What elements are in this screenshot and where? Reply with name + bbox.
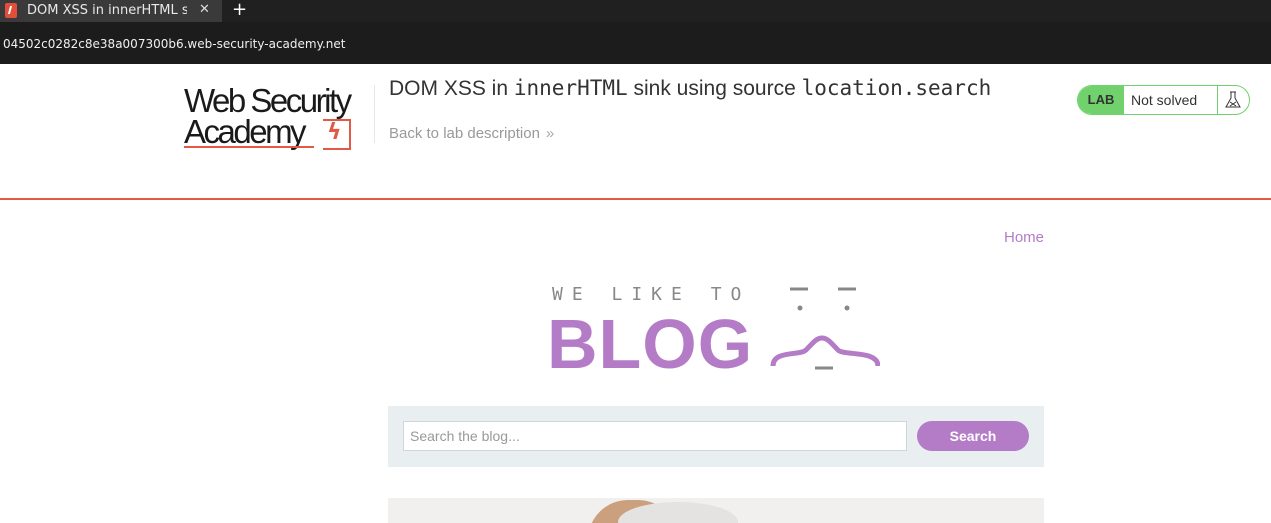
favicon-icon	[5, 3, 17, 18]
blog-post-image[interactable]	[388, 498, 1044, 523]
nav-home-link[interactable]: Home	[1004, 229, 1044, 246]
lab-status-text: Not solved	[1131, 92, 1198, 108]
flask-icon	[1225, 91, 1241, 108]
double-chevron-right-icon: »	[545, 125, 555, 142]
lab-status-widget: LAB Not solved	[1077, 85, 1250, 115]
new-tab-icon[interactable]: +	[232, 0, 247, 20]
address-bar[interactable]: 04502c0282c8e38a007300b6.web-security-ac…	[0, 22, 1271, 64]
web-security-academy-logo[interactable]: Web Security Academy ϟ	[184, 82, 374, 152]
search-button[interactable]: Search	[917, 421, 1029, 451]
lab-title-code-location-search: location.search	[801, 76, 992, 100]
blog-tagline: WE LIKE TO	[552, 284, 751, 305]
blog-name: BLOG	[547, 305, 754, 383]
lab-title-code-innerhtml: innerHTML	[513, 76, 628, 100]
tab-title: DOM XSS in innerHTML s	[27, 3, 187, 18]
browser-tab-bar: DOM XSS in innerHTML s ✕ +	[0, 0, 1271, 22]
url-text[interactable]: 04502c0282c8e38a007300b6.web-security-ac…	[3, 37, 346, 51]
tab-close-icon[interactable]: ✕	[199, 2, 210, 17]
logo-underline	[184, 146, 314, 148]
logo-bolt-icon: ϟ	[327, 120, 342, 145]
blog-logo: WE LIKE TO BLOG	[547, 282, 890, 383]
browser-tab[interactable]: DOM XSS in innerHTML s ✕	[0, 0, 222, 22]
search-input[interactable]	[403, 421, 907, 451]
back-to-lab-description-link[interactable]: Back to lab description »	[389, 125, 554, 142]
lab-status-label: LAB	[1078, 86, 1124, 114]
lab-title-pre: DOM XSS in	[389, 77, 514, 100]
status-separator	[1217, 86, 1218, 114]
lab-title: DOM XSS in innerHTML sink using source l…	[389, 76, 991, 101]
back-link-label: Back to lab description	[389, 125, 540, 142]
header-divider	[374, 85, 375, 143]
lab-title-mid: sink using source	[627, 77, 802, 100]
blog-face-icon	[770, 287, 880, 370]
header-accent-line	[0, 198, 1271, 200]
search-panel: Search	[388, 406, 1044, 467]
